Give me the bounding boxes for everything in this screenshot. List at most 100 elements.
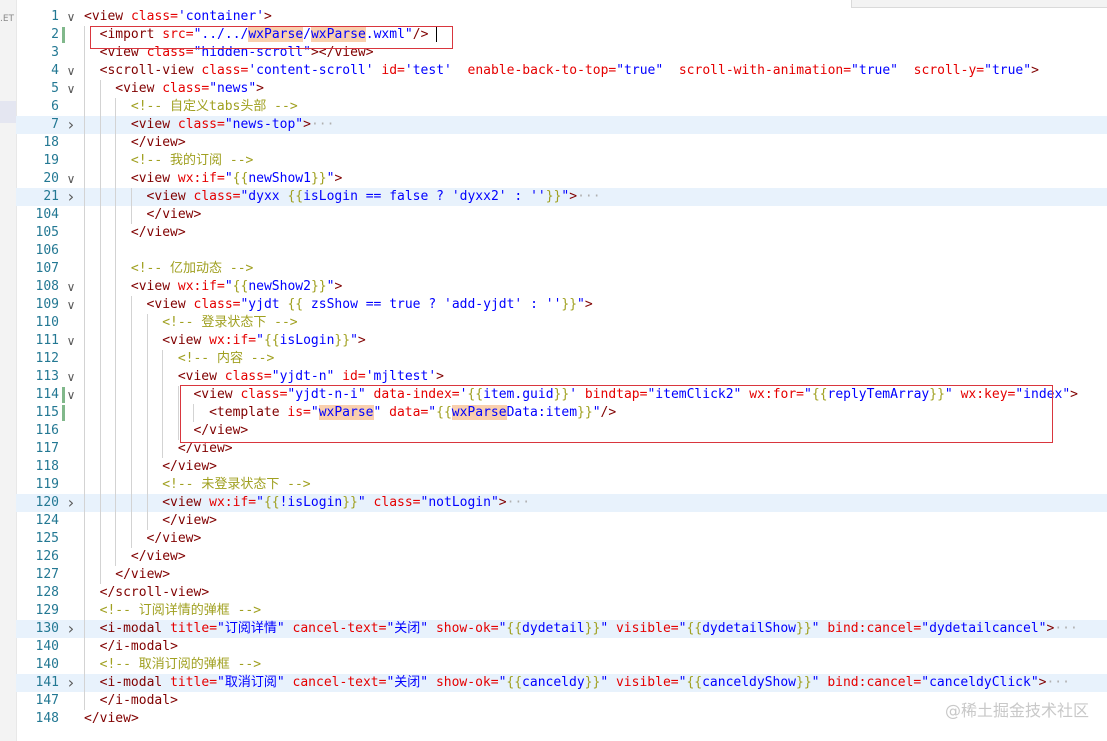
code-line[interactable]: 128 </scroll-view> [16, 584, 1107, 602]
code-token: > [334, 279, 343, 294]
fold-collapsed-chevron-icon[interactable]: › [64, 188, 78, 206]
code-line[interactable]: 130 › <i-modal title="订阅详情" cancel-text="关… [16, 620, 1107, 638]
indent-guide [84, 458, 85, 476]
code-line[interactable]: 126 </view> [16, 548, 1107, 566]
indent-guide [99, 476, 101, 494]
code-line[interactable]: 107 <!-- 亿加动态 --> [16, 260, 1107, 278]
code-token: {{ [232, 171, 249, 186]
code-line[interactable]: 5 ∨ <view class="news"> [16, 80, 1107, 98]
code-line[interactable]: 118 </view> [16, 458, 1107, 476]
indent-guide [115, 170, 117, 188]
code-line[interactable]: 129 <!-- 订阅详情的弹框 --> [16, 602, 1107, 620]
indent-guide [130, 296, 132, 314]
code-line[interactable]: 124 </view> [16, 512, 1107, 530]
indent-guide [99, 80, 101, 98]
code-line[interactable]: 21 › <view class="dyxx {{isLogin == false … [16, 188, 1107, 206]
code-line[interactable]: 4 ∨ <scroll-view class='content-scroll' id… [16, 62, 1107, 80]
folded-ellipsis[interactable]: ··· [311, 117, 334, 132]
code-token: " [256, 495, 264, 510]
fold-collapsed-chevron-icon[interactable]: › [64, 620, 78, 638]
folded-ellipsis[interactable]: ··· [577, 189, 600, 204]
code-line[interactable]: 119 <!-- 未登录状态下 --> [16, 476, 1107, 494]
code-line[interactable]: 109 ∨ <view class="yjdt {{ zsShow == true … [16, 296, 1107, 314]
code-line[interactable]: 18 </view> [16, 134, 1107, 152]
code-line[interactable]: 140 <!-- 取消订阅的弹框 --> [16, 656, 1107, 674]
indent-guide [130, 206, 132, 224]
code-line[interactable]: 106 [16, 242, 1107, 260]
folded-ellipsis[interactable]: ··· [507, 495, 530, 510]
code-text: <view class="news-top">··· [131, 116, 335, 134]
indent-guide [84, 674, 85, 692]
indent-guide [99, 296, 101, 314]
indent-guide [84, 386, 85, 404]
fold-expanded-chevron-icon[interactable]: ∨ [64, 62, 78, 80]
fold-collapsed-chevron-icon[interactable]: › [64, 674, 78, 692]
indent-guide [115, 476, 117, 494]
code-line[interactable]: 1 ∨ <view class='container'> [16, 8, 1107, 26]
explorer-selected-item[interactable] [0, 101, 16, 123]
line-number: 2 [51, 27, 59, 42]
fold-expanded-chevron-icon[interactable]: ∨ [64, 170, 78, 188]
code-token: </view> [84, 711, 139, 726]
code-token: class= [201, 63, 249, 78]
fold-expanded-chevron-icon[interactable]: ∨ [64, 80, 78, 98]
code-line[interactable]: 104 </view> [16, 206, 1107, 224]
code-text: </view> [131, 548, 186, 566]
line-number: 108 [35, 279, 59, 294]
folded-ellipsis[interactable]: ··· [1054, 621, 1077, 636]
code-token: " [350, 333, 358, 348]
fold-expanded-chevron-icon[interactable]: ∨ [64, 296, 78, 314]
indent-guide [99, 116, 101, 134]
code-line[interactable]: 141 › <i-modal title="取消订阅" cancel-text="关… [16, 674, 1107, 692]
fold-expanded-chevron-icon[interactable]: ∨ [64, 278, 78, 296]
code-line[interactable]: 125 </view> [16, 530, 1107, 548]
code-token: {{ [506, 621, 523, 636]
code-line[interactable]: 19 <!-- 我的订阅 --> [16, 152, 1107, 170]
code-line[interactable]: 111 ∨ <view wx:if="{{isLogin}}"> [16, 332, 1107, 350]
line-number: 1 [51, 9, 59, 24]
code-token: "news-top" [224, 117, 304, 132]
code-editor[interactable]: 1 ∨ <view class='container'> 2 <import src="… [16, 8, 1107, 741]
code-text: </view> [115, 566, 170, 584]
code-text: </view> [131, 224, 186, 242]
code-line[interactable]: 105 </view> [16, 224, 1107, 242]
line-number: 124 [35, 513, 59, 528]
code-line[interactable]: 127 </view> [16, 566, 1107, 584]
indent-guide [146, 512, 148, 530]
line-number: 107 [35, 261, 59, 276]
indent-guide [115, 332, 117, 350]
fold-collapsed-chevron-icon[interactable]: › [64, 116, 78, 134]
code-line[interactable]: 108 ∨ <view wx:if="{{newShow2}}"> [16, 278, 1107, 296]
line-number: 19 [43, 153, 59, 168]
code-token: visible= [615, 675, 679, 690]
code-line[interactable]: 113 ∨ <view class="yjdt-n" id='mjltest'> [16, 368, 1107, 386]
code-line[interactable]: 148 </view> [16, 710, 1107, 728]
fold-expanded-chevron-icon[interactable]: ∨ [64, 332, 78, 350]
folded-ellipsis[interactable]: ··· [1046, 675, 1069, 690]
code-text: </scroll-view> [100, 584, 210, 602]
code-line[interactable]: 147 </i-modal> [16, 692, 1107, 710]
indent-guide [146, 350, 148, 368]
indent-guide [84, 368, 85, 386]
indent-guide [115, 242, 117, 260]
fold-expanded-chevron-icon[interactable]: ∨ [64, 368, 78, 386]
indent-guide [84, 206, 85, 224]
code-line[interactable]: 20 ∨ <view wx:if="{{newShow1}}"> [16, 170, 1107, 188]
fold-collapsed-chevron-icon[interactable]: › [64, 494, 78, 512]
fold-expanded-chevron-icon[interactable]: ∨ [64, 386, 78, 404]
indent-guide [130, 188, 132, 206]
code-line[interactable]: 120 › <view wx:if="{{!isLogin}}" class="no… [16, 494, 1107, 512]
indent-guide [130, 350, 132, 368]
code-line[interactable]: 140 </i-modal> [16, 638, 1107, 656]
line-number: 147 [35, 693, 59, 708]
code-token: </view> [162, 459, 217, 474]
code-token: "true" [984, 63, 1032, 78]
code-text: <!-- 登录状态下 --> [162, 314, 297, 332]
code-line[interactable]: 112 <!-- 内容 --> [16, 350, 1107, 368]
code-line[interactable]: 7 › <view class="news-top">··· [16, 116, 1107, 134]
fold-expanded-chevron-icon[interactable]: ∨ [64, 8, 78, 26]
code-token: <!-- 自定义tabs头部 --> [130, 99, 298, 114]
code-line[interactable]: 110 <!-- 登录状态下 --> [16, 314, 1107, 332]
code-text: <!-- 取消订阅的弹框 --> [100, 656, 261, 674]
code-line[interactable]: 6 <!-- 自定义tabs头部 --> [16, 98, 1107, 116]
